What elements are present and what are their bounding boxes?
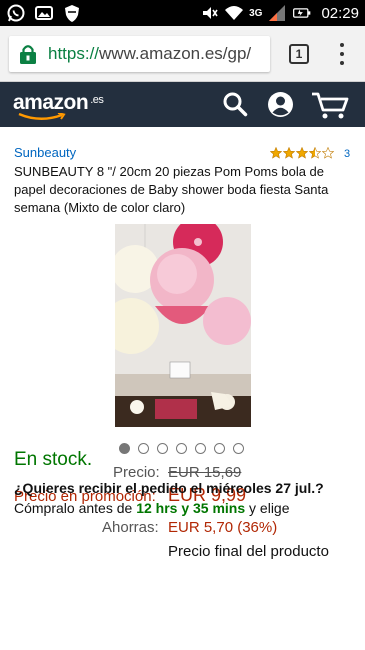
savings-value: EUR 5,70 (36%) bbox=[168, 519, 278, 536]
cart-icon[interactable] bbox=[310, 90, 350, 120]
logo-tld: .es bbox=[90, 94, 104, 106]
brand-link[interactable]: Sunbeauty bbox=[14, 145, 76, 160]
star-empty-icon bbox=[322, 147, 334, 159]
url-host: www.amazon.es/gp/ bbox=[99, 44, 252, 63]
stock-status: En stock. bbox=[14, 449, 93, 470]
wifi-icon bbox=[225, 6, 244, 20]
image-carousel-dots[interactable] bbox=[119, 443, 244, 454]
carousel-dot[interactable] bbox=[214, 443, 225, 454]
carousel-dot[interactable] bbox=[176, 443, 187, 454]
savings-label: Ahorras: bbox=[102, 519, 159, 536]
order-by-text: Cómpralo antes de 12 hrs y 35 mins y eli… bbox=[14, 500, 290, 516]
tab-switcher-button[interactable]: 1 bbox=[289, 44, 309, 64]
pom-pom-photo bbox=[115, 224, 251, 427]
carousel-dot[interactable] bbox=[157, 443, 168, 454]
list-price-label: Precio: bbox=[113, 464, 160, 481]
carousel-dot[interactable] bbox=[119, 443, 130, 454]
final-price-note: Precio final del producto bbox=[168, 543, 329, 560]
order-prefix: Cómpralo antes de bbox=[14, 500, 133, 516]
amazon-header: amazon .es bbox=[0, 82, 365, 127]
whatsapp-icon bbox=[7, 4, 25, 22]
amazon-logo[interactable]: amazon .es bbox=[13, 91, 104, 115]
battery-icon bbox=[293, 8, 311, 18]
product-title: SUNBEAUTY 8 "/ 20cm 20 piezas Pom Poms b… bbox=[14, 164, 329, 215]
browser-toolbar: https://www.amazon.es/gp/ 1 bbox=[0, 26, 365, 82]
status-bar: 3G 02:29 bbox=[0, 0, 365, 26]
signal-icon bbox=[269, 5, 286, 21]
star-full-icon bbox=[283, 147, 295, 159]
shield-icon bbox=[65, 5, 79, 22]
carousel-dot[interactable] bbox=[195, 443, 206, 454]
search-icon[interactable] bbox=[222, 91, 248, 117]
order-countdown: 12 hrs y 35 mins bbox=[136, 500, 246, 516]
url-text: https://www.amazon.es/gp/ bbox=[48, 44, 251, 64]
photo-icon bbox=[35, 6, 53, 20]
carousel-dot[interactable] bbox=[138, 443, 149, 454]
list-price-value: EUR 15,69 bbox=[168, 464, 242, 481]
product-image[interactable] bbox=[115, 224, 251, 427]
mute-icon bbox=[203, 7, 218, 19]
star-rating[interactable] bbox=[270, 147, 334, 159]
url-scheme: https:// bbox=[48, 44, 100, 63]
star-full-icon bbox=[296, 147, 308, 159]
overflow-menu-button[interactable] bbox=[337, 43, 347, 65]
network-type: 3G bbox=[249, 7, 263, 19]
account-icon[interactable] bbox=[267, 91, 294, 118]
amazon-smile-icon bbox=[18, 113, 66, 120]
url-bar[interactable]: https://www.amazon.es/gp/ bbox=[9, 36, 270, 72]
lock-icon bbox=[20, 45, 36, 64]
review-count-link[interactable]: 3 bbox=[344, 148, 350, 160]
delivery-question: ¿Quieres recibir el pedido el miércoles … bbox=[14, 480, 324, 496]
clock: 02:29 bbox=[321, 4, 359, 22]
carousel-dot[interactable] bbox=[233, 443, 244, 454]
star-full-icon bbox=[270, 147, 282, 159]
star-half-icon bbox=[309, 147, 321, 159]
order-suffix: y elige bbox=[249, 500, 290, 516]
